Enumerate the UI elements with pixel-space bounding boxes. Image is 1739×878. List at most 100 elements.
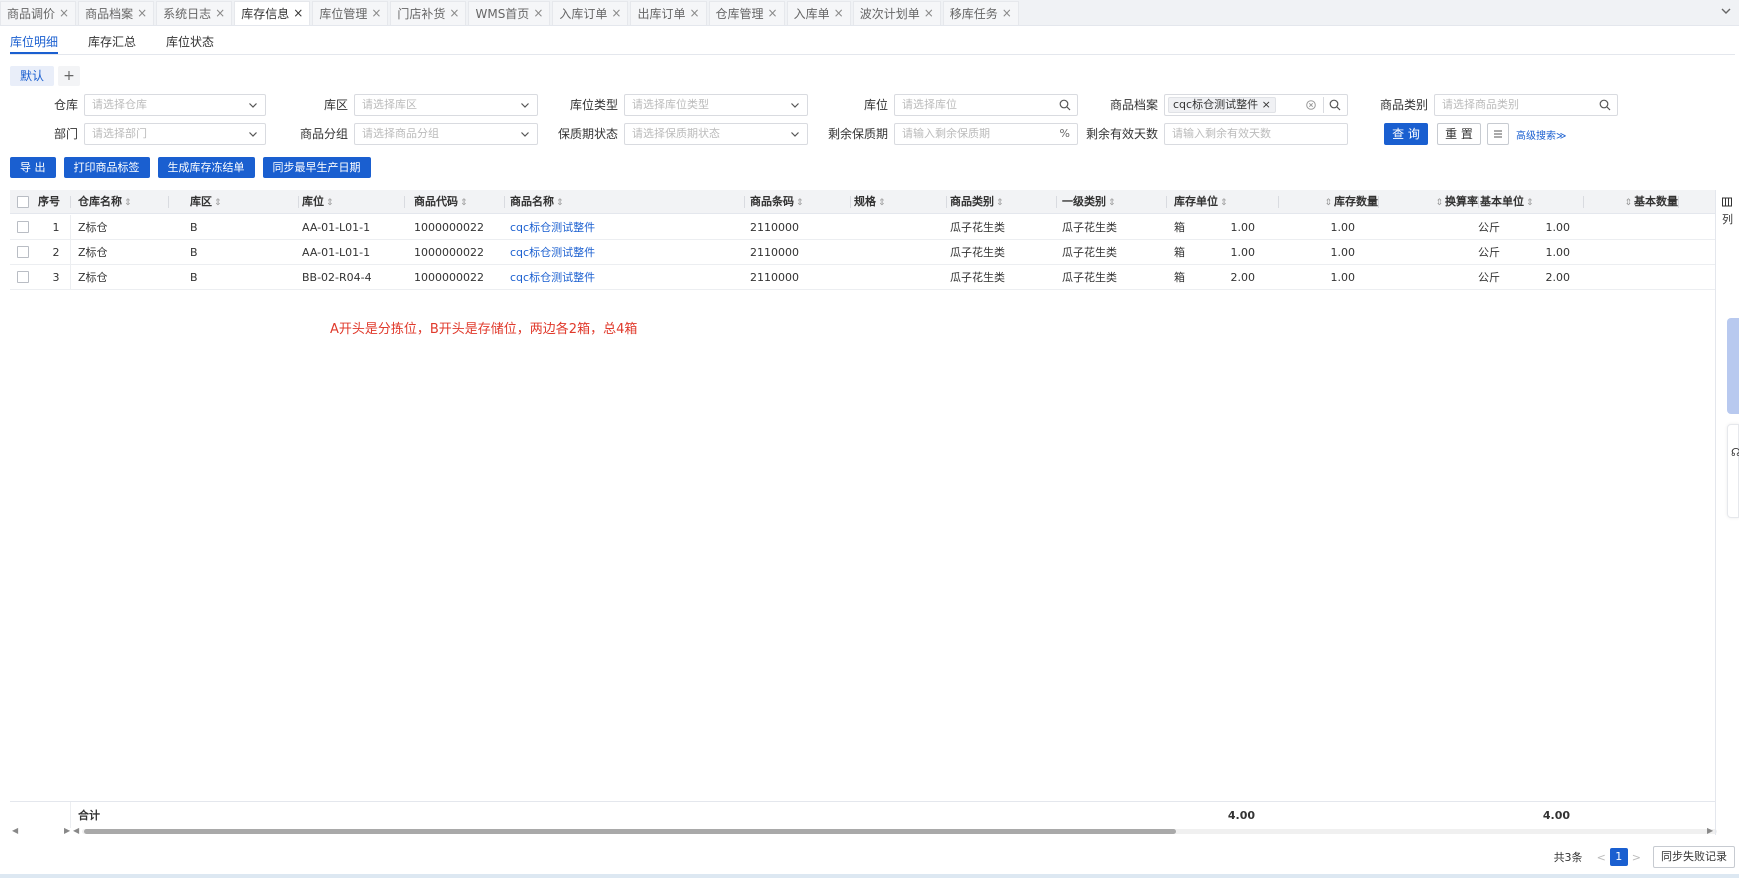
sort-icon[interactable]: ⇕ (556, 198, 564, 208)
page-number-button[interactable]: 1 (1609, 848, 1628, 866)
column-header-spec[interactable]: 规格 ⇕ (854, 190, 934, 214)
cell-name[interactable]: cqc标仓测试整件 (510, 215, 710, 240)
scroll-right-icon[interactable]: ▶ (64, 826, 70, 835)
column-divider[interactable] (504, 196, 505, 208)
horizontal-scrollbar[interactable]: ◀ ▶ ◀ ▶ (10, 826, 1717, 836)
column-header-barcode[interactable]: 商品条码 ⇕ (750, 190, 840, 214)
tab-5[interactable]: 门店补货 × (390, 0, 467, 25)
subtab-0[interactable]: 库位明细 (10, 30, 59, 54)
product-file-input[interactable]: cqc标仓测试整件 × (1164, 94, 1348, 116)
scheme-default-button[interactable]: 默认 (10, 66, 55, 86)
sort-icon[interactable]: ⇕ (124, 198, 132, 208)
department-select[interactable]: 请选择部门 (84, 123, 266, 145)
tab-8[interactable]: 出库订单 × (630, 0, 707, 25)
column-divider[interactable] (70, 196, 71, 208)
column-header-name[interactable]: 商品名称 ⇕ (510, 190, 670, 214)
column-divider[interactable] (1166, 196, 1167, 208)
close-icon[interactable]: × (689, 6, 699, 20)
sort-icon[interactable]: ⇕ (1526, 198, 1534, 208)
tab-6[interactable]: WMS首页 × (468, 0, 551, 25)
subtab-1[interactable]: 库存汇总 (88, 30, 136, 54)
table-row[interactable]: 3 Z标仓 B BB-02-R04-4 1000000022 cqc标仓测试整件 21100… (10, 265, 1715, 290)
tab-10[interactable]: 入库单 × (786, 0, 851, 25)
select-all-checkbox[interactable] (17, 196, 29, 208)
column-header-level1[interactable]: 一级类别 ⇕ (1062, 190, 1162, 214)
close-icon[interactable]: × (924, 6, 934, 20)
freeze-order-button[interactable]: 生成库存冻结单 (157, 157, 255, 178)
filter-settings-button[interactable] (1487, 123, 1509, 145)
prev-page-button[interactable]: < (1597, 851, 1606, 864)
column-divider[interactable] (404, 196, 405, 208)
scroll-left-icon[interactable]: ◀ (12, 826, 18, 835)
warehouse-select[interactable]: 请选择仓库 (84, 94, 266, 116)
table-row[interactable]: 2 Z标仓 B AA-01-L01-1 1000000022 cqc标仓测试整件 21100… (10, 240, 1715, 265)
column-divider[interactable] (1056, 196, 1057, 208)
column-divider[interactable] (850, 196, 851, 208)
sort-icon[interactable]: ⇕ (996, 198, 1004, 208)
column-header-category[interactable]: 商品类别 ⇕ (950, 190, 1050, 214)
sort-icon[interactable]: ⇕ (796, 198, 804, 208)
cell-name[interactable]: cqc标仓测试整件 (510, 265, 710, 290)
tab-9[interactable]: 仓库管理 × (708, 0, 785, 25)
tab-1[interactable]: 商品档案 × (78, 0, 155, 25)
floating-side-tab[interactable] (1727, 318, 1739, 414)
close-icon[interactable]: × (59, 6, 69, 20)
close-icon[interactable]: × (834, 6, 844, 20)
close-icon[interactable]: × (1002, 6, 1012, 20)
column-header-base-unit[interactable]: 基本单位 ⇕ (1480, 190, 1570, 214)
close-icon[interactable]: × (293, 6, 303, 20)
column-header-unit[interactable]: 库存单位 ⇕ (1174, 190, 1264, 214)
chevron-down-icon[interactable] (1719, 4, 1733, 18)
close-icon[interactable]: × (137, 6, 147, 20)
cell-name[interactable]: cqc标仓测试整件 (510, 240, 710, 265)
scroll-left-icon[interactable]: ◀ (73, 826, 79, 835)
column-header-idx[interactable]: 序号 (38, 190, 68, 214)
sort-icon[interactable]: ⇕ (1435, 198, 1443, 208)
search-icon[interactable] (1599, 99, 1611, 111)
tab-3[interactable]: 库存信息 × (234, 0, 311, 25)
column-divider[interactable] (168, 196, 169, 208)
column-header-base-qty[interactable]: ⇕ 基本数量 (1570, 190, 1678, 214)
sort-icon[interactable]: ⇕ (1220, 198, 1228, 208)
column-header-location[interactable]: 库位 ⇕ (302, 190, 402, 214)
add-scheme-button[interactable]: + (58, 66, 81, 86)
sort-icon[interactable]: ⇕ (460, 198, 468, 208)
tag-close-icon[interactable]: × (1262, 98, 1271, 111)
close-icon[interactable]: × (371, 6, 381, 20)
sync-date-button[interactable]: 同步最早生产日期 (262, 157, 371, 178)
sort-icon[interactable]: ⇕ (1624, 198, 1632, 208)
column-divider[interactable] (1478, 196, 1479, 208)
close-icon[interactable]: × (768, 6, 778, 20)
zone-select[interactable]: 请选择库区 (354, 94, 538, 116)
search-icon[interactable] (1329, 99, 1341, 111)
search-icon[interactable] (1059, 99, 1071, 111)
column-header-qty[interactable]: ⇕ 库存数量 (1270, 190, 1378, 214)
tab-4[interactable]: 库位管理 × (312, 0, 389, 25)
remaining-days-input[interactable]: 请输入剩余有效天数 (1164, 123, 1348, 145)
column-header-rate[interactable]: ⇕ 换算率 (1370, 190, 1478, 214)
subtab-2[interactable]: 库位状态 (166, 30, 214, 54)
product-category-input[interactable]: 请选择商品类别 (1434, 94, 1618, 116)
close-icon[interactable]: × (611, 6, 621, 20)
row-checkbox[interactable] (17, 221, 29, 233)
export-button[interactable]: 导 出 (10, 157, 56, 178)
tab-0[interactable]: 商品调价 × (0, 0, 77, 25)
column-divider[interactable] (298, 196, 299, 208)
column-header-code[interactable]: 商品代码 ⇕ (414, 190, 504, 214)
scroll-thumb[interactable] (84, 829, 1176, 834)
sync-failed-records-button[interactable]: 同步失败记录 (1653, 846, 1735, 868)
column-divider[interactable] (1678, 196, 1679, 208)
column-header-zone[interactable]: 库区 ⇕ (190, 190, 280, 214)
print-label-button[interactable]: 打印商品标签 (63, 157, 150, 178)
location-type-select[interactable]: 请选择库位类型 (624, 94, 808, 116)
close-icon[interactable]: × (215, 6, 225, 20)
column-divider[interactable] (946, 196, 947, 208)
sort-icon[interactable]: ⇕ (878, 198, 886, 208)
column-header-warehouse[interactable]: 仓库名称 ⇕ (78, 190, 168, 214)
customer-service-float[interactable]: ☊ (1727, 424, 1739, 518)
column-settings-label[interactable]: 列 (1722, 196, 1733, 228)
tab-11[interactable]: 波次计划单 × (852, 0, 941, 25)
product-group-select[interactable]: 请选择商品分组 (354, 123, 538, 145)
column-divider[interactable] (744, 196, 745, 208)
tab-7[interactable]: 入库订单 × (552, 0, 629, 25)
